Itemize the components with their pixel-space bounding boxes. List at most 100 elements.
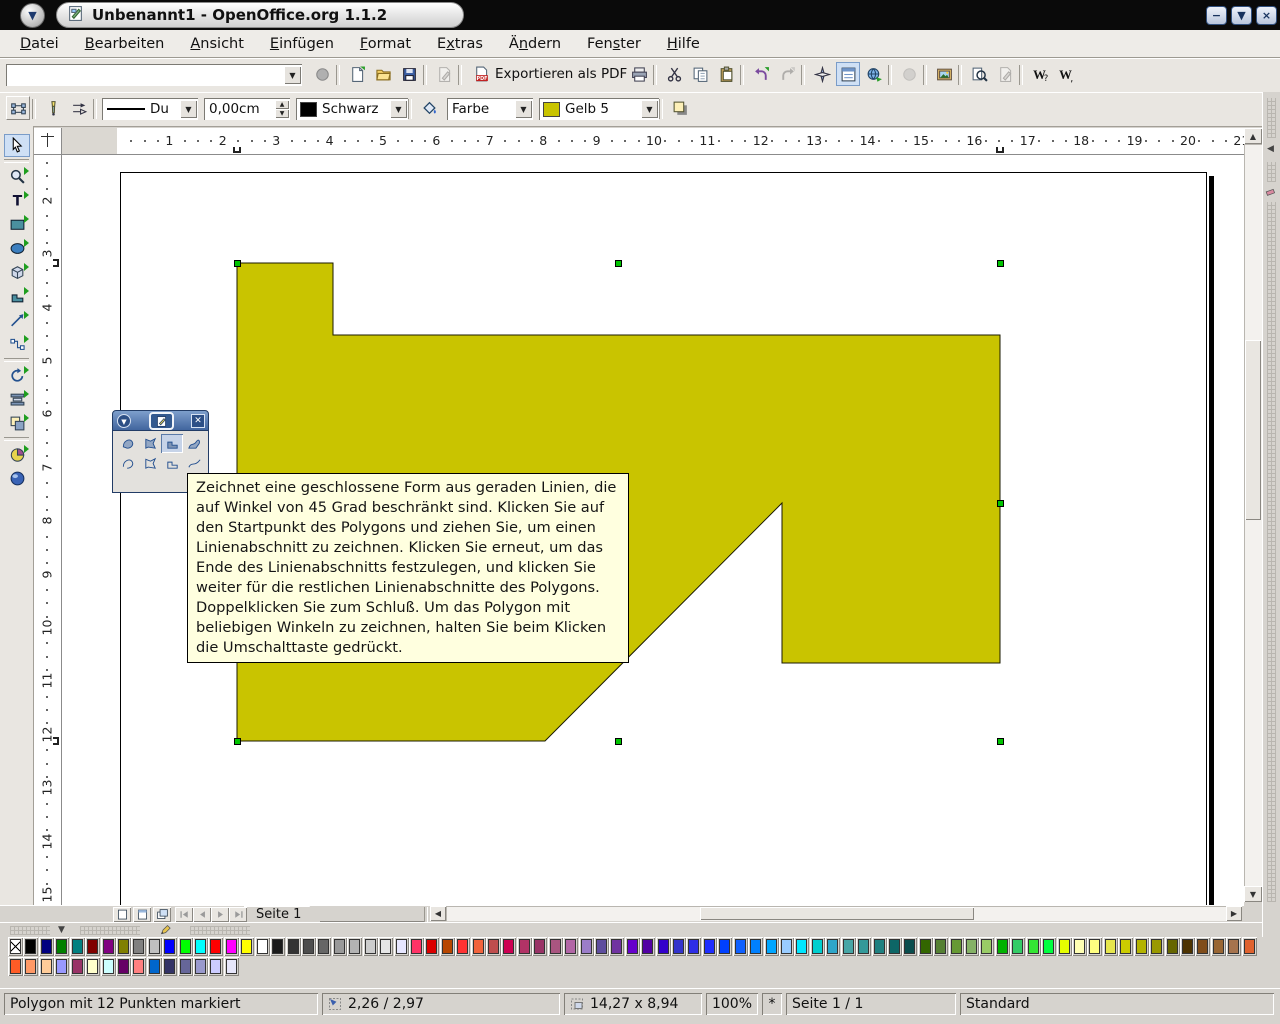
color-cell[interactable] xyxy=(224,957,239,976)
color-cell[interactable] xyxy=(178,957,193,976)
edit-document-button[interactable] xyxy=(432,62,456,86)
vertical-ruler[interactable]: 23456789101112131415 xyxy=(34,155,62,905)
zoom-tool[interactable] xyxy=(4,165,30,188)
color-cell[interactable] xyxy=(70,937,85,956)
url-combo-dropdown[interactable]: ▼ xyxy=(284,66,301,84)
color-cell[interactable] xyxy=(193,957,208,976)
fill-color-select-dropdown[interactable]: ▼ xyxy=(641,100,658,118)
color-cell[interactable] xyxy=(1195,937,1210,956)
shadow-button[interactable] xyxy=(668,96,692,120)
connector-tool[interactable] xyxy=(4,333,30,356)
selection-handle[interactable] xyxy=(997,500,1004,507)
fill-color-select[interactable]: Gelb 5▼ xyxy=(539,98,659,120)
menu-ansicht[interactable]: Ansicht xyxy=(180,33,254,55)
color-cell-none[interactable] xyxy=(8,937,23,956)
ruler-origin-box[interactable] xyxy=(34,128,62,155)
options-bar-collapsed[interactable]: ▼ xyxy=(0,922,1262,938)
menu-format[interactable]: Format xyxy=(350,33,421,55)
strip-eraser-icon[interactable] xyxy=(1265,186,1277,201)
color-cell[interactable] xyxy=(517,937,532,956)
color-cell[interactable] xyxy=(286,937,301,956)
color-cell[interactable] xyxy=(440,937,455,956)
selection-handle[interactable] xyxy=(615,738,622,745)
line-style-select-dropdown[interactable]: ▼ xyxy=(180,100,197,118)
edit-file-button[interactable] xyxy=(993,62,1017,86)
color-cell[interactable] xyxy=(131,957,146,976)
navigator-button[interactable] xyxy=(810,62,834,86)
gallery-button[interactable] xyxy=(932,62,956,86)
paste-button[interactable] xyxy=(714,62,738,86)
master-view-button[interactable] xyxy=(133,907,151,922)
color-cell[interactable] xyxy=(1211,937,1226,956)
color-cell[interactable] xyxy=(810,937,825,956)
curve-tool[interactable] xyxy=(4,285,30,308)
color-cell[interactable] xyxy=(486,937,501,956)
color-cell[interactable] xyxy=(933,937,948,956)
color-cell[interactable] xyxy=(147,937,162,956)
color-cell[interactable] xyxy=(656,937,671,956)
status-size-field[interactable]: 14,27 x 8,94 xyxy=(564,993,702,1015)
polygon-line-tool[interactable] xyxy=(139,454,161,473)
color-cell[interactable] xyxy=(1165,937,1180,956)
maximize-button[interactable]: ▼ xyxy=(1231,6,1252,25)
color-cell[interactable] xyxy=(239,937,254,956)
color-cell[interactable] xyxy=(748,937,763,956)
color-cell[interactable] xyxy=(702,937,717,956)
color-cell[interactable] xyxy=(332,937,347,956)
color-cell[interactable] xyxy=(471,937,486,956)
color-cell[interactable] xyxy=(363,937,378,956)
color-cell[interactable] xyxy=(872,937,887,956)
color-cell[interactable] xyxy=(162,957,177,976)
scroll-right-button[interactable]: ▶ xyxy=(1226,906,1242,921)
status-style-field[interactable]: Standard xyxy=(960,993,1274,1015)
color-cell[interactable] xyxy=(1087,937,1102,956)
line-width-input-spinner[interactable]: ▲▼ xyxy=(275,100,289,118)
color-cell[interactable] xyxy=(316,937,331,956)
color-cell[interactable] xyxy=(1103,937,1118,956)
polygon-45-filled-tool[interactable] xyxy=(161,434,183,453)
color-cell[interactable] xyxy=(979,937,994,956)
color-cell[interactable] xyxy=(1180,937,1195,956)
color-cell[interactable] xyxy=(23,937,38,956)
vertical-scrollbar-thumb[interactable] xyxy=(1245,340,1261,520)
line-color-select-dropdown[interactable]: ▼ xyxy=(390,100,407,118)
color-cell[interactable] xyxy=(733,937,748,956)
menu-hilfe[interactable]: Hilfe xyxy=(657,33,710,55)
drawing-canvas[interactable]: ▼ ✕ Zeichnet eine geschlossene Form aus … xyxy=(62,155,1244,905)
color-cell[interactable] xyxy=(1226,937,1241,956)
color-cell[interactable] xyxy=(1118,937,1133,956)
print-button[interactable] xyxy=(627,62,651,86)
color-cell[interactable] xyxy=(101,957,116,976)
color-cell[interactable] xyxy=(208,937,223,956)
color-cell[interactable] xyxy=(902,937,917,956)
horizontal-ruler[interactable]: 123456789101112131415161718192021 xyxy=(62,128,1244,155)
export-pdf-button[interactable]: PDFExportieren als PDF xyxy=(467,62,633,86)
scroll-left-button[interactable]: ◀ xyxy=(430,906,446,921)
selection-handle[interactable] xyxy=(234,260,241,267)
color-cell[interactable] xyxy=(563,937,578,956)
insert-tool[interactable] xyxy=(4,443,30,466)
color-cell[interactable] xyxy=(671,937,686,956)
page-tab-seite-1[interactable]: Seite 1 xyxy=(244,906,323,923)
strip-expand-left-icon[interactable]: ◀ xyxy=(1267,144,1274,154)
color-cell[interactable] xyxy=(255,937,270,956)
close-button[interactable]: × xyxy=(1256,6,1277,25)
menu-datei[interactable]: Datei xyxy=(10,33,69,55)
selection-handle[interactable] xyxy=(997,738,1004,745)
new-document-button[interactable] xyxy=(345,62,369,86)
stop-button[interactable] xyxy=(310,62,334,86)
area-dialog-button[interactable] xyxy=(417,96,441,120)
freeform-line-tool[interactable] xyxy=(183,454,205,473)
alignment-tool[interactable] xyxy=(4,388,30,411)
color-cell[interactable] xyxy=(54,957,69,976)
status-position-field[interactable]: 2,26 / 2,97 xyxy=(322,993,560,1015)
save-button[interactable] xyxy=(397,62,421,86)
curve-filled-tool[interactable] xyxy=(117,434,139,453)
color-cell[interactable] xyxy=(548,937,563,956)
color-cell[interactable] xyxy=(1057,937,1072,956)
color-cell[interactable] xyxy=(54,937,69,956)
menu-extras[interactable]: Extras xyxy=(427,33,493,55)
color-cell[interactable] xyxy=(841,937,856,956)
color-cell[interactable] xyxy=(640,937,655,956)
color-cell[interactable] xyxy=(1041,937,1056,956)
